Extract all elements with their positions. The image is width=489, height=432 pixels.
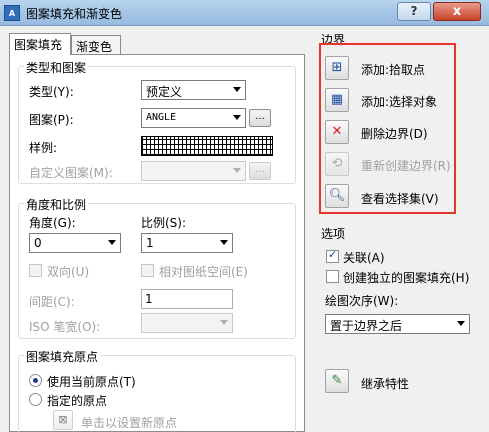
chevron-down-icon — [220, 320, 228, 325]
tab-hatch[interactable]: 图案填充 — [9, 33, 71, 55]
angle-label: 角度(G): — [29, 216, 76, 230]
type-pattern-legend: 类型和图案 — [24, 59, 89, 76]
scale-select-value: 1 — [146, 236, 154, 250]
pattern-browse-button[interactable]: ... — [249, 109, 271, 127]
options-header: 选项 — [321, 227, 346, 241]
draw-order-select[interactable]: 置于边界之后 — [325, 314, 470, 334]
double-label: 双向(U) — [47, 265, 90, 279]
highlight-box — [319, 43, 456, 214]
inherit-properties-label[interactable]: 继承特性 — [361, 375, 409, 392]
origin-legend: 图案填充原点 — [24, 348, 101, 365]
use-current-origin-label: 使用当前原点(T) — [47, 375, 136, 389]
separate-hatches-label: 创建独立的图案填充(H) — [343, 271, 470, 285]
spacing-input[interactable]: 1 — [141, 289, 233, 309]
custom-pattern-label: 自定义图案(M): — [29, 166, 113, 180]
associative-checkbox[interactable] — [326, 248, 339, 263]
close-button[interactable]: x — [433, 2, 481, 21]
type-label: 类型(Y): — [29, 85, 74, 99]
chevron-down-icon — [233, 168, 241, 173]
click-set-origin-label: 单击以设置新原点 — [81, 416, 178, 430]
angle-scale-legend: 角度和比例 — [24, 196, 89, 213]
double-checkbox[interactable] — [29, 264, 42, 277]
help-button[interactable]: ? — [397, 2, 431, 21]
scale-select[interactable]: 1 — [141, 233, 233, 253]
angle-select-value: 0 — [34, 236, 42, 250]
swatch-label: 样例: — [29, 141, 58, 155]
iso-pen-width-label: ISO 笔宽(O): — [29, 320, 101, 334]
inherit-properties-icon: ✎ — [331, 373, 343, 388]
pattern-select-value: ANGLE — [146, 112, 177, 123]
pattern-label: 图案(P): — [29, 113, 74, 127]
iso-pen-width-select[interactable] — [141, 313, 233, 333]
tab-gradient[interactable]: 渐变色 — [71, 35, 121, 55]
paper-space-label: 相对图纸空间(E) — [159, 265, 248, 279]
specified-origin-label: 指定的原点 — [47, 394, 108, 408]
set-origin-icon: ⊠ — [58, 413, 68, 426]
chevron-down-icon — [220, 240, 228, 245]
scale-label: 比例(S): — [141, 216, 187, 230]
angle-select[interactable]: 0 — [29, 233, 121, 253]
spacing-label: 间距(C): — [29, 295, 75, 309]
chevron-down-icon — [233, 115, 241, 120]
custom-pattern-browse-button[interactable]: ... — [249, 162, 271, 180]
chevron-down-icon — [108, 240, 116, 245]
inherit-properties-button[interactable]: ✎ — [325, 369, 349, 393]
specified-origin-radio[interactable] — [29, 393, 42, 406]
pattern-swatch[interactable] — [141, 136, 273, 156]
type-select[interactable]: 预定义 — [141, 80, 246, 100]
title-bar: A 图案填充和渐变色 ? x — [0, 0, 489, 26]
associative-label: 关联(A) — [343, 251, 385, 265]
draw-order-value: 置于边界之后 — [330, 319, 403, 333]
type-select-value: 预定义 — [146, 85, 183, 99]
window-title: 图案填充和渐变色 — [26, 7, 123, 21]
custom-pattern-select[interactable] — [141, 161, 246, 181]
chevron-down-icon — [457, 321, 465, 326]
app-icon: A — [4, 5, 20, 21]
chevron-down-icon — [233, 87, 241, 92]
pattern-select[interactable]: ANGLE — [141, 108, 246, 128]
draw-order-label: 绘图次序(W): — [325, 294, 399, 308]
paper-space-checkbox[interactable] — [141, 264, 154, 277]
separate-hatches-checkbox[interactable] — [326, 270, 339, 283]
use-current-origin-radio[interactable] — [29, 374, 42, 387]
set-origin-button[interactable]: ⊠ — [53, 410, 73, 430]
